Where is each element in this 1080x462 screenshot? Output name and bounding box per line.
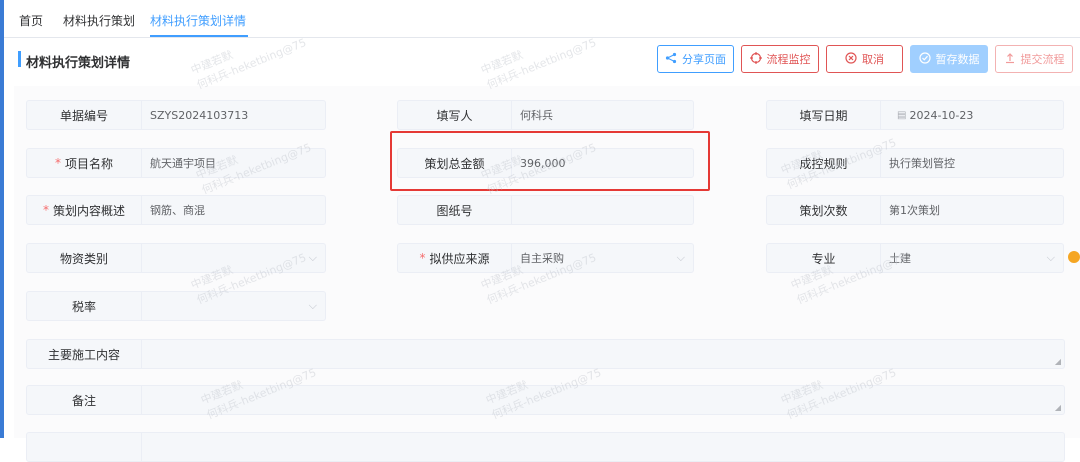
- resize-grip-icon[interactable]: ◢: [1055, 358, 1061, 366]
- share-page-label: 分享页面: [682, 53, 726, 66]
- title-accent-bar: [18, 51, 21, 67]
- material-type-label: 物资类别: [26, 243, 142, 273]
- cancel-button[interactable]: 取消: [826, 45, 903, 73]
- doc-no-field[interactable]: SZYS2024103713: [142, 100, 326, 130]
- drawing-no-field[interactable]: [512, 195, 694, 225]
- active-tab-underline: [150, 35, 248, 37]
- share-page-button[interactable]: 分享页面: [657, 45, 734, 73]
- main-work-label: 主要施工内容: [26, 339, 142, 369]
- tab-home[interactable]: 首页: [19, 12, 43, 29]
- total-amount-field[interactable]: 396,000: [512, 148, 694, 178]
- tab-material-plan-detail[interactable]: 材料执行策划详情: [150, 12, 246, 29]
- tab-material-plan[interactable]: 材料执行策划: [63, 12, 135, 29]
- material-type-select[interactable]: ⌵: [142, 243, 326, 273]
- plan-count-field[interactable]: 第1次策划: [881, 195, 1064, 225]
- tax-rate-label: 税率: [26, 291, 142, 321]
- share-icon: [665, 52, 677, 66]
- save-draft-label: 暂存数据: [935, 53, 980, 66]
- submit-process-label: 提交流程: [1020, 53, 1065, 66]
- chevron-down-icon: ⌵: [308, 299, 317, 312]
- specialty-label: 专业: [766, 243, 881, 273]
- tab-bar: 首页 材料执行策划 材料执行策划详情: [4, 0, 1080, 38]
- supply-source-label: * 拟供应来源: [397, 243, 512, 273]
- cost-rule-label: 成控规则: [766, 148, 881, 178]
- doc-no-label: 单据编号: [26, 100, 142, 130]
- specialty-select[interactable]: 土建 ⌵: [881, 243, 1064, 273]
- chevron-down-icon: ⌵: [1046, 251, 1055, 264]
- project-name-field[interactable]: 航天通宇项目: [142, 148, 326, 178]
- fill-date-label: 填写日期: [766, 100, 881, 130]
- main-work-textarea[interactable]: ◢: [142, 339, 1065, 369]
- remarks-textarea[interactable]: ◢: [142, 385, 1065, 415]
- submit-process-button[interactable]: 提交流程: [995, 45, 1073, 73]
- total-amount-label: 策划总金额: [397, 148, 512, 178]
- chevron-down-icon: ⌵: [676, 251, 685, 264]
- drawing-no-label: 图纸号: [397, 195, 512, 225]
- content-summary-label: * 策划内容概述: [26, 195, 142, 225]
- supply-source-select[interactable]: 自主采购 ⌵: [512, 243, 694, 273]
- cost-rule-field[interactable]: 执行策划管控: [881, 148, 1064, 178]
- process-monitor-label: 流程监控: [766, 53, 811, 66]
- cancel-label: 取消: [862, 53, 884, 66]
- next-row-field[interactable]: [142, 432, 1065, 462]
- close-circle-icon: [845, 52, 857, 66]
- chevron-down-icon: ⌵: [308, 251, 317, 264]
- plan-count-label: 策划次数: [766, 195, 881, 225]
- tax-rate-select[interactable]: ⌵: [142, 291, 326, 321]
- upload-icon: [1004, 52, 1016, 66]
- check-circle-icon: [918, 52, 931, 66]
- target-icon: [749, 52, 762, 66]
- filler-field[interactable]: 何科兵: [512, 100, 694, 130]
- remarks-label: 备注: [26, 385, 142, 415]
- process-monitor-button[interactable]: 流程监控: [741, 45, 819, 73]
- content-summary-field[interactable]: 钢筋、商混: [142, 195, 326, 225]
- status-dot: [1068, 251, 1080, 263]
- left-edge-bar: [0, 0, 4, 438]
- page-title: 材料执行策划详情: [26, 56, 131, 71]
- calendar-icon: ▤: [897, 109, 907, 121]
- resize-grip-icon[interactable]: ◢: [1055, 404, 1061, 412]
- fill-date-field[interactable]: ▤ 2024-10-23: [881, 100, 1064, 130]
- project-name-label: * 项目名称: [26, 148, 142, 178]
- next-row-label: [26, 432, 142, 462]
- filler-label: 填写人: [397, 100, 512, 130]
- save-draft-button[interactable]: 暂存数据: [910, 45, 988, 73]
